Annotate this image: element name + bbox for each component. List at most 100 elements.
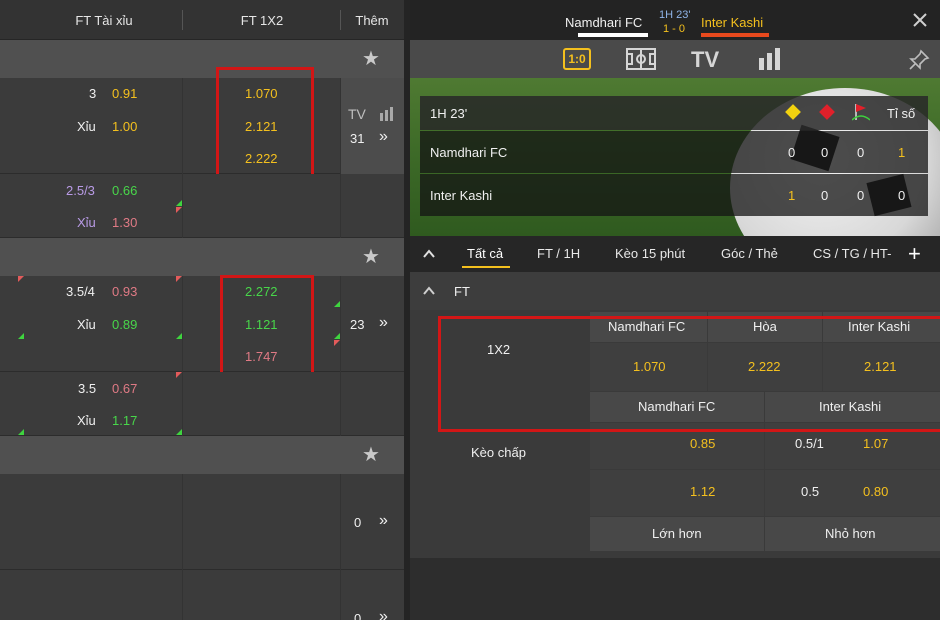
league-group-header[interactable]: ★ <box>0 436 404 474</box>
view-switch-bar: 1:0 TV <box>410 40 940 78</box>
odds-list-panel: FT Tài xỉu FT 1X2 Thêm ★ 3 0.91 Xỉu 1.00… <box>0 0 404 620</box>
pin-icon[interactable] <box>908 49 930 71</box>
plus-icon[interactable]: + <box>908 241 921 267</box>
sub-ou-line: 2.5/3 <box>66 183 95 198</box>
ou-odd-under[interactable]: 1.00 <box>112 119 137 134</box>
ou-label-under: Xỉu <box>77 119 96 134</box>
empty-area <box>410 558 940 620</box>
away-team-name: Inter Kashi <box>701 15 764 30</box>
col-header-cell: Nhỏ hơn <box>765 517 940 551</box>
tab-ft-1h[interactable]: FT / 1H <box>537 246 580 261</box>
red-cards: 0 <box>821 145 829 160</box>
match-detail-panel: Namdhari FC 1H 23' 1 - 0 Inter Kashi 1:0… <box>410 0 940 620</box>
active-tab-underline <box>462 266 510 268</box>
favorite-star-icon[interactable]: ★ <box>362 445 382 465</box>
tab-cs-tg-ht[interactable]: CS / TG / HT- <box>813 246 892 261</box>
stats-bars-icon[interactable] <box>379 107 393 121</box>
odd-cell[interactable]: 1.12 <box>590 470 764 516</box>
scoreboard-time: 1H 23' <box>430 106 468 121</box>
live-scoreboard-area: 1H 23' Tỉ số Namdhari FC 0 0 0 1 Inter K… <box>410 78 940 236</box>
close-icon[interactable] <box>911 11 929 29</box>
hdp-home-odd[interactable]: 0.85 <box>690 436 715 451</box>
sub-ou-label: Xỉu <box>77 215 96 230</box>
ou-odd-under[interactable]: 0.89 <box>112 317 137 332</box>
tab-all[interactable]: Tất cả <box>467 246 503 261</box>
home-team-color-bar <box>578 33 648 37</box>
hdp-home-odd[interactable]: 1.12 <box>690 484 715 499</box>
score: 0 <box>898 188 906 203</box>
odds-up-indicator-icon <box>18 333 24 339</box>
stats-view-icon[interactable] <box>758 48 782 70</box>
match-row: 3 0.91 Xỉu 1.00 1.070 2.121 2.222 TV 31 … <box>0 78 404 174</box>
highlight-box <box>216 67 314 185</box>
ft-section-header[interactable]: FT <box>410 272 940 310</box>
favorite-star-icon[interactable]: ★ <box>362 247 382 267</box>
hdp-line: 0.5 <box>801 484 820 499</box>
expand-arrow-icon[interactable]: » <box>379 608 388 620</box>
match-row: 0 » <box>0 570 404 620</box>
tab-corners-cards[interactable]: Góc / Thẻ <box>721 246 778 261</box>
ou-line: 3.5/4 <box>66 284 95 299</box>
corners: 0 <box>857 188 865 203</box>
sub-ou-line: 3.5 <box>78 381 97 396</box>
hdp-line: 0.5/1 <box>795 436 824 451</box>
header-more: Thêm <box>355 13 389 28</box>
odd-cell[interactable]: 0.5 0.80 <box>765 470 940 516</box>
scoreboard-header: 1H 23' Tỉ số <box>420 96 928 130</box>
tab-15-min[interactable]: Kèo 15 phút <box>615 246 685 261</box>
hdp-away-odd[interactable]: 1.07 <box>863 436 888 451</box>
away-team-color-bar <box>701 33 769 37</box>
header-ft-1x2: FT 1X2 <box>240 13 284 28</box>
more-count[interactable]: 23 <box>350 317 364 332</box>
match-row: 3.5/4 0.93 Xỉu 0.89 2.272 1.121 1.747 23… <box>0 276 404 372</box>
handicap-label: Kèo chấp <box>471 445 526 460</box>
ou-odd-over[interactable]: 0.91 <box>112 86 137 101</box>
ou-odd-over[interactable]: 0.93 <box>112 284 137 299</box>
more-count[interactable]: 0 <box>354 515 361 530</box>
odds-down-indicator-icon <box>334 340 340 346</box>
sub-ou-odd-under[interactable]: 1.17 <box>112 413 137 428</box>
col-header-cell: Lớn hơn <box>590 517 764 551</box>
score: 1 <box>898 145 906 160</box>
odds-up-indicator-icon <box>334 301 340 307</box>
team-name: Namdhari FC <box>430 145 508 160</box>
expand-arrow-icon[interactable]: » <box>379 512 388 530</box>
ou-line: 3 <box>89 86 97 101</box>
sub-ou-odd-over[interactable]: 0.66 <box>112 183 137 198</box>
chevron-up-icon[interactable] <box>422 284 436 298</box>
odds-down-indicator-icon <box>176 207 182 213</box>
scoreboard-row-home: Namdhari FC 0 0 0 1 <box>420 131 928 173</box>
tv-icon[interactable]: TV <box>348 106 366 122</box>
league-group-header[interactable]: ★ <box>0 40 404 78</box>
match-title-bar: Namdhari FC 1H 23' 1 - 0 Inter Kashi <box>410 0 940 40</box>
hdp-away-odd[interactable]: 0.80 <box>863 484 888 499</box>
favorite-star-icon[interactable]: ★ <box>362 49 382 69</box>
corner-flag-icon <box>851 102 871 122</box>
ou-label-under: Xỉu <box>77 317 96 332</box>
odds-header: FT Tài xỉu FT 1X2 Thêm <box>0 0 404 40</box>
odds-up-indicator-icon <box>18 429 24 435</box>
markets-area: 1X2 Namdhari FC Hòa Inter Kashi 1.070 2.… <box>410 310 940 558</box>
home-team-name: Namdhari FC <box>565 15 643 30</box>
sub-ou-odd-under[interactable]: 1.30 <box>112 215 137 230</box>
tv-view-icon[interactable]: TV <box>691 47 719 73</box>
odds-up-indicator-icon <box>176 333 182 339</box>
match-time: 1H 23' <box>659 9 691 21</box>
more-count[interactable]: 0 <box>354 611 361 620</box>
team-name: Inter Kashi <box>430 188 493 203</box>
odds-up-indicator-icon <box>334 333 340 339</box>
match-sub-row: 2.5/3 0.66 Xỉu 1.30 <box>0 174 404 238</box>
sub-ou-odd-over[interactable]: 0.67 <box>112 381 137 396</box>
odds-down-indicator-icon <box>176 276 182 282</box>
chevron-up-icon[interactable] <box>422 247 436 261</box>
more-cell[interactable]: TV 31 » <box>341 78 404 174</box>
pitch-view-icon[interactable] <box>626 48 656 70</box>
scoreboard-view-icon[interactable]: 1:0 <box>563 48 591 70</box>
odds-down-indicator-icon <box>176 372 182 378</box>
expand-arrow-icon[interactable]: » <box>379 314 388 332</box>
yellow-card-icon <box>785 104 801 120</box>
league-group-header[interactable]: ★ <box>0 238 404 276</box>
expand-arrow-icon[interactable]: » <box>379 128 388 146</box>
match-sub-row: 3.5 0.67 Xỉu 1.17 <box>0 372 404 436</box>
more-count[interactable]: 31 <box>350 131 364 146</box>
